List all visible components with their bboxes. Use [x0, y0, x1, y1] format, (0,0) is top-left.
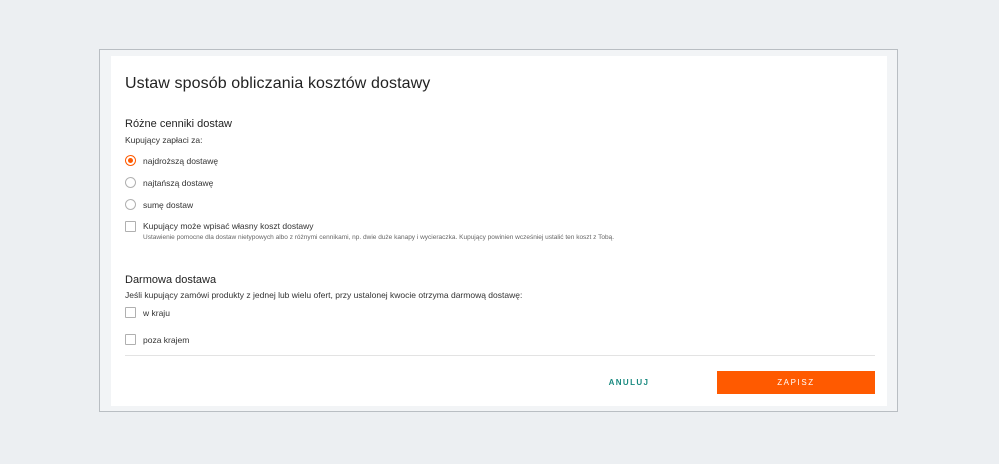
dialog-title: Ustaw sposób obliczania kosztów dostawy	[125, 75, 431, 92]
pricing-section-subheading: Kupujący zapłaci za:	[125, 135, 203, 145]
free-shipping-subheading: Jeśli kupujący zamówi produkty z jednej …	[125, 290, 523, 300]
checkbox-label: poza krajem	[143, 334, 190, 345]
radio-option-most-expensive[interactable]: najdroższą dostawę	[125, 155, 218, 166]
custom-cost-option[interactable]: Kupujący może wpisać własny koszt dostaw…	[125, 221, 633, 242]
free-shipping-abroad-option[interactable]: poza krajem	[125, 334, 189, 345]
custom-cost-text: Kupujący może wpisać własny koszt dostaw…	[143, 221, 633, 242]
radio-label: sumę dostaw	[143, 199, 194, 210]
custom-cost-checkbox[interactable]	[125, 221, 136, 232]
radio-button[interactable]	[125, 199, 136, 210]
free-shipping-domestic-option[interactable]: w kraju	[125, 307, 170, 318]
radio-option-sum[interactable]: sumę dostaw	[125, 199, 193, 210]
radio-button-checked[interactable]	[125, 155, 136, 166]
radio-label: najdroższą dostawę	[143, 155, 219, 166]
free-shipping-heading: Darmowa dostawa	[125, 274, 217, 286]
shipping-cost-dialog: Ustaw sposób obliczania kosztów dostawy …	[111, 56, 887, 406]
cancel-button[interactable]: ANULUJ	[595, 371, 663, 393]
save-button[interactable]: ZAPISZ	[717, 371, 875, 394]
custom-cost-label: Kupujący może wpisać własny koszt dostaw…	[143, 221, 314, 231]
pricing-section-heading: Różne cenniki dostaw	[125, 118, 233, 130]
radio-button[interactable]	[125, 177, 136, 188]
radio-label: najtańszą dostawę	[143, 177, 214, 188]
domestic-checkbox[interactable]	[125, 307, 136, 318]
radio-option-cheapest[interactable]: najtańszą dostawę	[125, 177, 213, 188]
footer-divider	[125, 355, 875, 356]
custom-cost-help: Ustawienie pomocne dla dostaw nietypowyc…	[143, 234, 615, 241]
modal-frame: Ustaw sposób obliczania kosztów dostawy …	[99, 49, 898, 412]
checkbox-label: w kraju	[143, 307, 170, 318]
abroad-checkbox[interactable]	[125, 334, 136, 345]
